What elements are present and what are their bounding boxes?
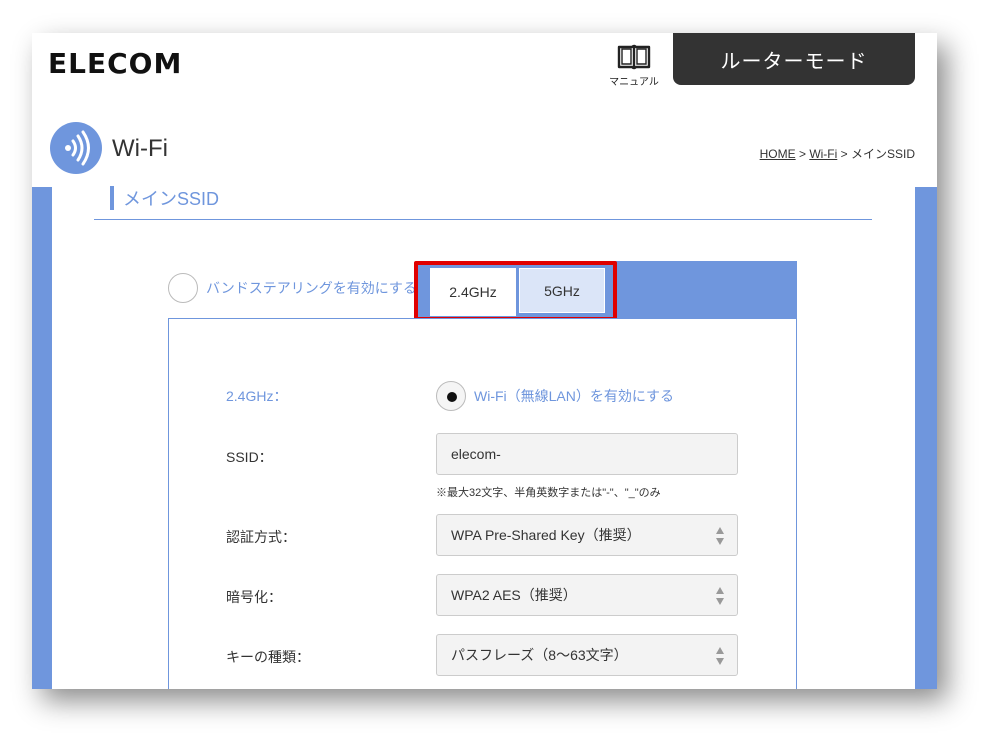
section-heading-bar [110,186,114,210]
section-heading: メインSSID [110,183,219,213]
wifi-enable-option[interactable]: Wi-Fi（無線LAN）を有効にする [436,381,674,411]
band-row-label: 2.4GHz： [226,388,288,404]
breadcrumb-current: メインSSID [850,147,915,161]
key-type-label: キーの種類： [226,649,310,665]
key-type-select[interactable]: パスフレーズ（8〜63文字） [436,634,738,676]
book-icon [617,44,651,70]
breadcrumb-separator: > [837,147,851,161]
updown-arrows-icon [716,647,724,665]
auth-method-value: WPA Pre-Shared Key（推奨） [451,527,641,543]
radio-selected-dot [447,392,457,402]
band-steering-radio[interactable] [168,273,198,303]
side-bar-right [915,187,937,689]
encryption-select[interactable]: WPA2 AES（推奨） [436,574,738,616]
breadcrumb: HOME > Wi-Fi > メインSSID [760,145,915,162]
wifi-enable-label: Wi-Fi（無線LAN）を有効にする [474,388,675,404]
wifi-enable-radio[interactable] [436,381,466,411]
side-bar-left [32,187,52,689]
band-steering-option[interactable]: バンドステアリングを有効にする [168,273,417,303]
key-type-value: パスフレーズ（8〜63文字） [451,647,628,663]
manual-link[interactable]: マニュアル [606,43,662,88]
router-admin-screen: ELECOM マニュアル ルーターモード Wi-Fi HOME > Wi-Fi … [32,33,937,689]
breadcrumb-wifi-link[interactable]: Wi-Fi [809,147,837,161]
title-bar: Wi-Fi HOME > Wi-Fi > メインSSID [32,97,937,187]
wifi-signal-icon [50,122,102,174]
highlight-box [414,261,617,321]
band-steering-label: バンドステアリングを有効にする [206,280,417,296]
elecom-logo: ELECOM [48,47,183,80]
page-title: Wi-Fi [112,135,168,162]
breadcrumb-home-link[interactable]: HOME [760,147,796,161]
updown-arrows-icon [716,527,724,545]
ssid-label: SSID： [226,449,273,465]
header: ELECOM マニュアル ルーターモード [32,33,937,97]
section-heading-text: メインSSID [123,189,220,209]
router-mode-button[interactable]: ルーターモード [673,33,915,85]
auth-method-label: 認証方式： [226,529,296,545]
manual-label: マニュアル [609,77,659,88]
auth-method-select[interactable]: WPA Pre-Shared Key（推奨） [436,514,738,556]
encryption-label: 暗号化： [226,589,282,605]
breadcrumb-separator: > [795,147,810,161]
updown-arrows-icon [716,587,724,605]
encryption-value: WPA2 AES（推奨） [451,587,577,603]
ssid-input[interactable]: elecom- [436,433,738,475]
section-divider [94,219,872,220]
ssid-note: ※最大32文字、半角英数字または"-"、"_"のみ [436,487,661,499]
